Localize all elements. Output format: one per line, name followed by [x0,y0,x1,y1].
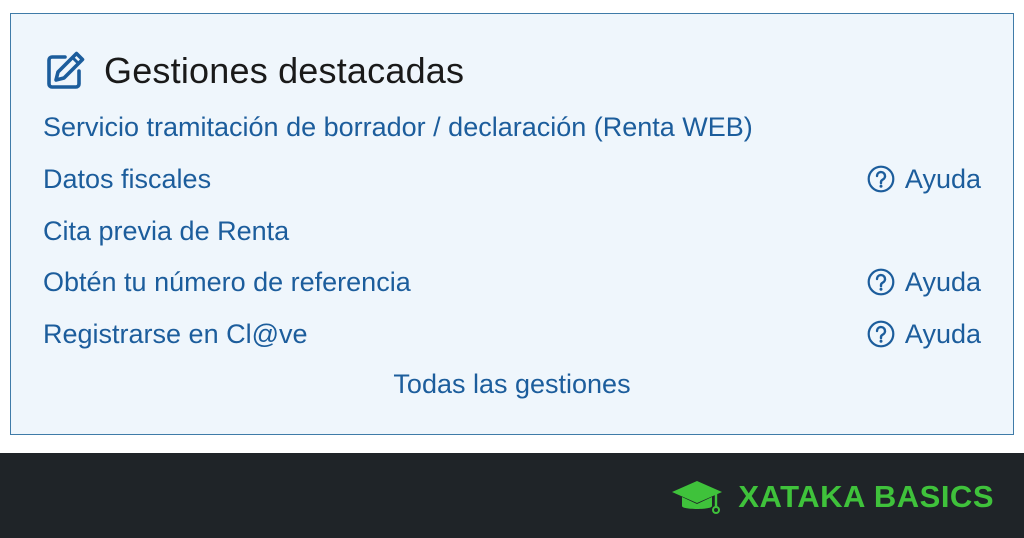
help-icon [867,268,895,296]
help-icon [867,165,895,193]
help-label: Ayuda [904,318,981,349]
list-item: Cita previa de Renta [43,211,981,251]
help-label: Ayuda [904,163,981,194]
link-registrarse-clave[interactable]: Registrarse en Cl@ve [43,319,308,350]
link-cita-previa[interactable]: Cita previa de Renta [43,216,289,247]
footer-bar: XATAKA BASICS [0,453,1024,538]
featured-procedures-panel: Gestiones destacadas Servicio tramitació… [10,13,1014,435]
panel-title: Gestiones destacadas [104,50,465,91]
list-item: Obtén tu número de referencia Ayuda [43,262,981,302]
all-procedures-row: Todas las gestiones [11,364,1013,404]
help-icon [867,320,895,348]
list-item: Registrarse en Cl@ve Ayuda [43,314,981,354]
help-link-registrarse-clave[interactable]: Ayuda [867,319,981,350]
brand-logo: XATAKA BASICS [670,475,994,519]
help-link-numero-referencia[interactable]: Ayuda [867,267,981,298]
list-item: Datos fiscales Ayuda [43,159,981,199]
link-datos-fiscales[interactable]: Datos fiscales [43,164,211,195]
help-link-datos-fiscales[interactable]: Ayuda [867,164,981,195]
brand-name: XATAKA BASICS [738,479,994,514]
link-numero-referencia[interactable]: Obtén tu número de referencia [43,267,411,298]
graduation-cap-icon [672,481,723,514]
help-label: Ayuda [904,266,981,297]
link-renta-web[interactable]: Servicio tramitación de borrador / decla… [43,112,753,143]
edit-icon [47,51,85,89]
list-item: Servicio tramitación de borrador / decla… [43,107,981,147]
all-procedures-link[interactable]: Todas las gestiones [393,369,630,400]
panel-header: Gestiones destacadas [43,47,464,95]
